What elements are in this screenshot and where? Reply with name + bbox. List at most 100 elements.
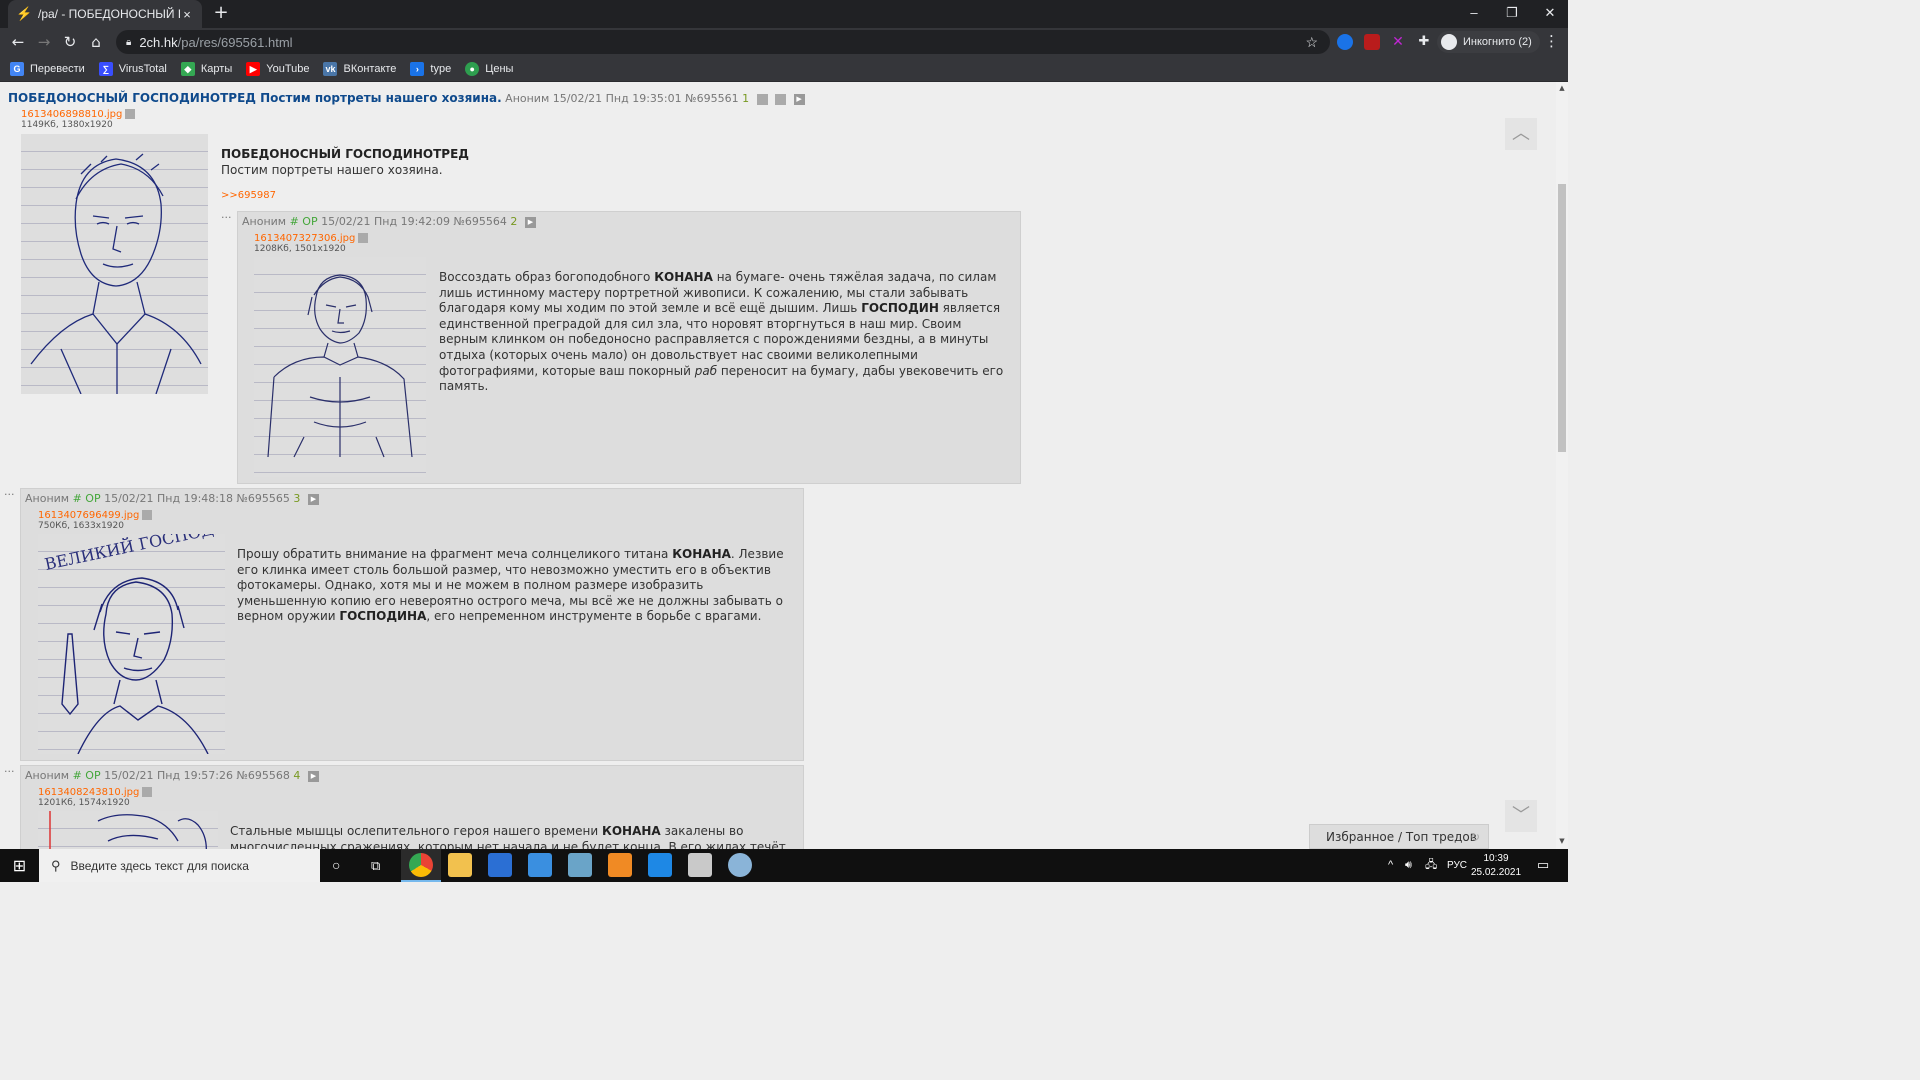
new-tab-button[interactable]: + [212, 4, 230, 22]
post-date: 15/02/21 Пнд 19:35:01 [552, 92, 682, 105]
expand-arrow-icon[interactable]: ▶ [307, 493, 319, 505]
post-image[interactable] [254, 257, 426, 477]
file-meta: 1149Кб, 1380x1920 [21, 120, 113, 130]
paint-icon[interactable] [728, 853, 752, 877]
reply-link[interactable]: >>695987 [221, 190, 276, 201]
bookmark-translate[interactable]: G Перевести [10, 61, 85, 76]
address-bar[interactable]: 🔒︎ 2ch.hk/pa/res/695561.html ☆ [116, 30, 1330, 54]
page-scrollbar[interactable]: ▲ ▼ [1556, 82, 1568, 849]
bookmark-virustotal[interactable]: ∑ VirusTotal [98, 61, 167, 76]
post-author: Аноним [242, 215, 287, 228]
refresh-icon[interactable]: ↻ [1470, 825, 1480, 849]
vk-icon: vk [323, 61, 338, 76]
task-view-icon[interactable]: ⧉ [371, 849, 380, 882]
post-date: 15/02/21 Пнд 19:57:26 [104, 769, 233, 782]
expand-arrow-icon[interactable]: ▶ [307, 770, 319, 782]
file-name[interactable]: 1613406898810.jpg [21, 109, 122, 120]
cortana-icon[interactable]: ○ [332, 849, 340, 882]
post-number[interactable]: №695568 [236, 769, 289, 782]
bookmark-type[interactable]: › type [410, 61, 451, 76]
text-run: Прошу обратить внимание на фрагмент меча… [237, 547, 673, 561]
scroll-up-arrow-icon[interactable]: ▲ [1558, 84, 1566, 92]
file-link[interactable]: 1613407696499.jpg [38, 510, 153, 521]
post-date: 15/02/21 Пнд 19:42:09 [321, 215, 450, 228]
reload-icon[interactable]: ↻ [60, 32, 80, 52]
incognito-profile-button[interactable]: Инкогнито (2) [1437, 31, 1540, 53]
hide-icon[interactable] [775, 93, 787, 105]
post-image[interactable] [38, 811, 218, 849]
file-link[interactable]: 1613407327306.jpg [254, 233, 369, 244]
scroll-top-button[interactable]: ︿ [1505, 118, 1537, 150]
taskbar-search-box[interactable]: ⚲ Введите здесь текст для поиска [39, 849, 320, 882]
op-text: Постим портреты нашего хозяина. [221, 163, 443, 177]
prices-icon: ● [465, 61, 480, 76]
restore-button[interactable]: ❐ [1494, 0, 1530, 28]
notification-icon[interactable]: ▭ [1532, 849, 1554, 882]
expand-arrow-icon[interactable]: ▶ [793, 93, 805, 105]
star-icon[interactable] [756, 93, 768, 105]
windows-start-icon[interactable]: ⊞ [0, 849, 39, 882]
network-icon[interactable]: 🖧︎ [1425, 849, 1437, 882]
tray-chevron-icon[interactable]: ^ [1388, 849, 1393, 882]
post-image[interactable]: ВЕЛИКИЙ ГОСПОДИН [38, 534, 225, 754]
scroll-bottom-button[interactable]: ﹀ [1505, 800, 1537, 832]
chrome-icon[interactable] [409, 853, 433, 877]
image-search-icon[interactable] [358, 233, 369, 243]
notes-icon[interactable] [568, 853, 592, 877]
forward-icon[interactable]: → [34, 32, 54, 52]
file-name[interactable]: 1613407327306.jpg [254, 233, 355, 244]
home-icon[interactable]: ⌂ [86, 32, 106, 52]
post-695564: Аноним # OP 15/02/21 Пнд 19:42:09 №69556… [237, 211, 1021, 484]
ublock-icon[interactable] [1364, 34, 1380, 50]
taskbar-clock[interactable]: 10:39 25.02.2021 [1466, 852, 1526, 880]
mail-icon[interactable] [528, 853, 552, 877]
favorites-panel[interactable]: Избранное / Топ тредов ↻ [1309, 824, 1489, 849]
close-window-button[interactable]: ✕ [1532, 0, 1568, 28]
puzzle-icon[interactable]: ✚ [1416, 34, 1432, 50]
file-link[interactable]: 1613406898810.jpg [21, 109, 136, 120]
bookmark-star-icon[interactable]: ☆ [1305, 34, 1318, 51]
vscode-icon[interactable] [648, 853, 672, 877]
scroll-down-arrow-icon[interactable]: ▼ [1558, 837, 1566, 845]
language-indicator[interactable]: РУС [1447, 849, 1467, 882]
post-menu-icon[interactable]: ··· [221, 211, 232, 224]
volume-icon[interactable]: 🔊︎ [1405, 849, 1412, 882]
browser-tab[interactable]: ⚡ /pa/ - ПОБЕДОНОСНЫЙ ГОСПО × [8, 0, 202, 28]
post-menu-icon[interactable]: ··· [4, 488, 15, 501]
image-search-icon[interactable] [125, 109, 136, 119]
post-author: Аноним [25, 769, 70, 782]
post-number[interactable]: №695564 [453, 215, 506, 228]
image-search-icon[interactable] [142, 510, 153, 520]
bookmark-prices[interactable]: ● Цены [465, 61, 513, 76]
bookmark-youtube[interactable]: ▶ YouTube [246, 61, 309, 76]
bookmarks-bar: G Перевести ∑ VirusTotal ◆ Карты ▶ YouTube v… [0, 56, 1568, 82]
file-name[interactable]: 1613408243810.jpg [38, 787, 139, 798]
post-number[interactable]: №695561 [685, 92, 738, 105]
minimize-button[interactable]: – [1456, 0, 1492, 28]
post-menu-icon[interactable]: ··· [4, 765, 15, 778]
file-explorer-icon[interactable] [448, 853, 472, 877]
back-icon[interactable]: ← [8, 32, 28, 52]
post-number[interactable]: №695565 [236, 492, 289, 505]
image-search-icon[interactable] [142, 787, 153, 797]
op-mark: # OP [72, 769, 101, 782]
extension-x-icon[interactable]: ✕ [1390, 34, 1406, 50]
sublime-text-icon[interactable] [608, 853, 632, 877]
maps-icon: ◆ [180, 61, 195, 76]
search-icon: ⚲ [51, 857, 61, 873]
clock-date: 25.02.2021 [1470, 867, 1522, 878]
ms-store-icon[interactable] [488, 853, 512, 877]
expand-arrow-icon[interactable]: ▶ [524, 216, 536, 228]
bookmark-vk[interactable]: vk ВКонтакте [323, 61, 396, 76]
favorites-label[interactable]: Избранное / Топ тредов [1326, 830, 1477, 844]
op-image[interactable] [21, 134, 208, 394]
app-icon[interactable] [688, 853, 712, 877]
file-link[interactable]: 1613408243810.jpg [38, 787, 153, 798]
file-name[interactable]: 1613407696499.jpg [38, 510, 139, 521]
tab-close-icon[interactable]: × [180, 7, 194, 22]
bookmark-maps[interactable]: ◆ Карты [180, 61, 232, 76]
scrollbar-thumb[interactable] [1558, 184, 1566, 452]
thread-page: ПОБЕДОНОСНЫЙ ГОСПОДИНОТРЕД Постим портре… [0, 82, 1556, 849]
menu-kebab-icon[interactable]: ⋮ [1544, 32, 1559, 50]
extension-icon[interactable] [1337, 34, 1353, 50]
